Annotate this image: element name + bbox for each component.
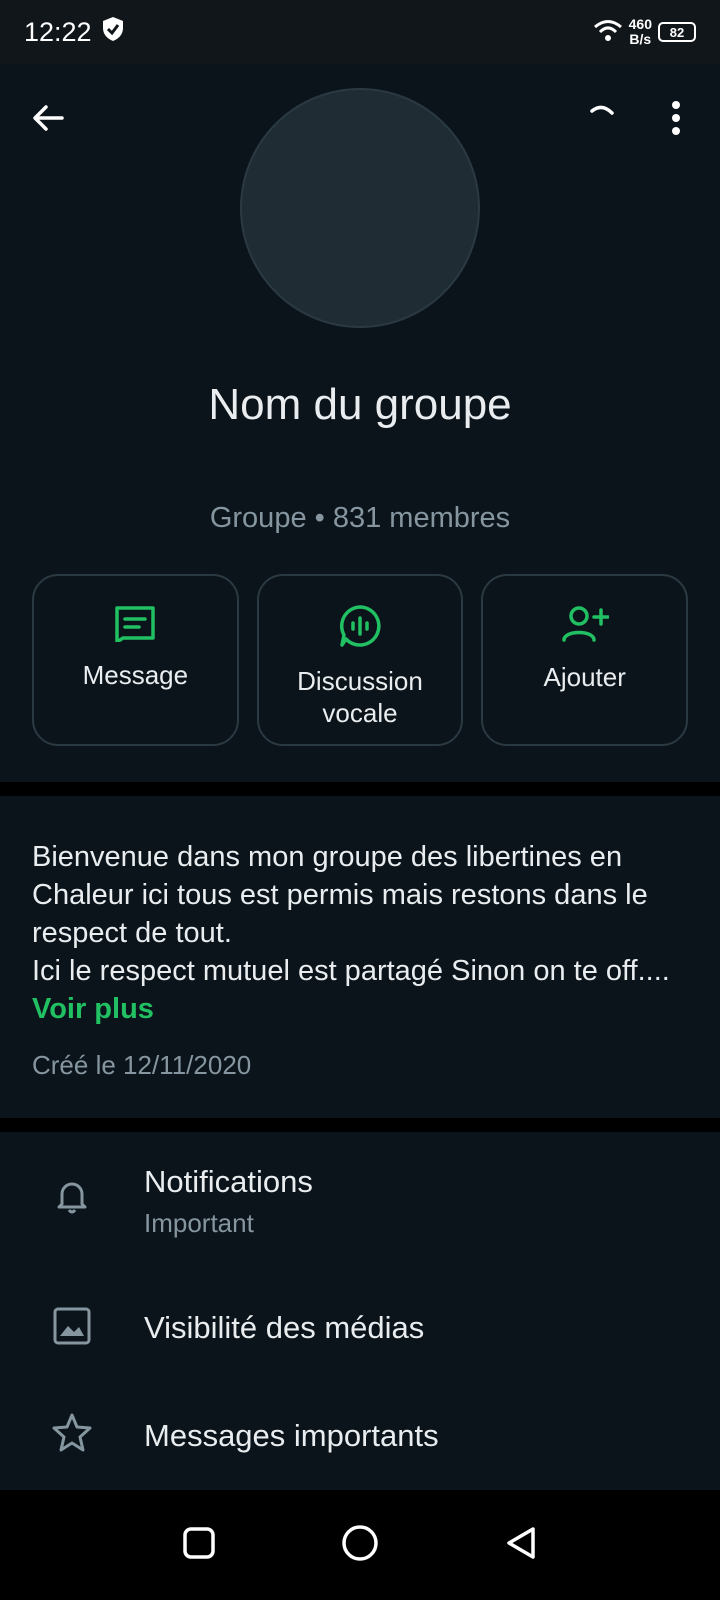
shield-icon [102,16,124,49]
message-button[interactable]: Message [32,574,239,746]
bell-icon [52,1176,92,1221]
media-visibility-row[interactable]: Visibilité des médias [0,1280,720,1390]
section-divider [0,782,720,796]
home-icon[interactable] [340,1523,380,1568]
image-icon [52,1306,92,1351]
more-options-icon[interactable] [654,96,698,140]
wifi-icon [593,18,623,47]
system-navigation-bar [0,1490,720,1600]
starred-messages-row[interactable]: Messages importants [0,1390,720,1490]
add-person-icon [561,604,610,649]
message-icon [113,604,157,647]
star-icon [52,1412,92,1457]
voice-chat-icon [338,604,382,653]
back-nav-icon[interactable] [503,1525,539,1566]
created-date: Créé le 12/11/2020 [32,1050,252,1080]
battery-indicator: 82 [658,22,696,42]
group-name: Nom du groupe [208,380,512,429]
clock: 12:22 [24,16,92,47]
back-arrow-icon[interactable] [26,96,70,140]
see-more-link[interactable]: Voir plus [32,993,154,1025]
network-speed: 460 B/s [628,16,652,47]
loading-spinner-icon [580,96,624,140]
section-divider [0,1118,720,1132]
action-buttons: Message Discussion vocale Ajouter [32,574,689,746]
voice-chat-button[interactable]: Discussion vocale [256,574,464,746]
status-bar: 12:22 460 B/s 82 [0,0,720,64]
group-avatar[interactable] [240,88,480,328]
recent-apps-icon[interactable] [181,1525,217,1566]
group-subtitle: Groupe • 831 membres [209,502,511,534]
notifications-row[interactable]: Notifications Important [0,1140,720,1270]
group-description: Bienvenue dans mon groupe des libertines… [32,841,670,1025]
add-member-button[interactable]: Ajouter [481,574,689,746]
